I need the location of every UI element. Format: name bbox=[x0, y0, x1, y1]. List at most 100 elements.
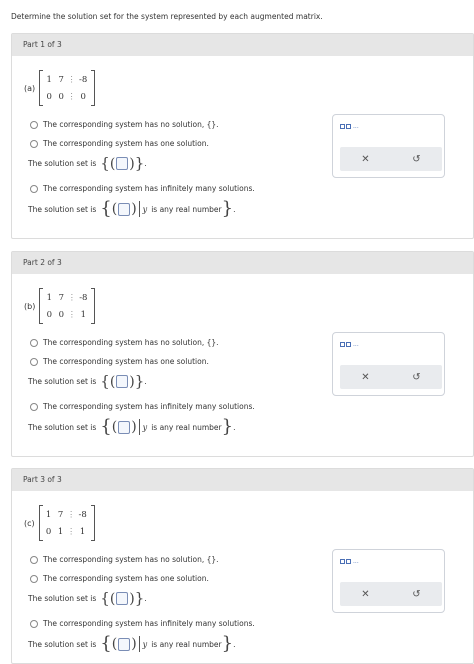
infinite-solution-set: The solution set is { ( ) y is any real … bbox=[28, 633, 236, 654]
right-paren: ) bbox=[131, 419, 137, 435]
answer-input[interactable] bbox=[116, 375, 129, 388]
matrix-cell: 1 bbox=[46, 292, 53, 303]
matrix-cell: 0 bbox=[58, 91, 64, 102]
radio-no-solution[interactable] bbox=[30, 120, 38, 129]
right-brace: } bbox=[221, 633, 234, 654]
such-that-bar bbox=[138, 419, 140, 435]
matrix-right-bracket bbox=[91, 288, 96, 324]
radio-infinite[interactable] bbox=[30, 184, 38, 193]
left-brace: { bbox=[100, 154, 110, 172]
undo-icon[interactable]: ↺ bbox=[391, 365, 442, 389]
tool-action-bar: ✕ ↺ bbox=[340, 365, 442, 389]
part-2-panel: Part 2 of 3 (b) 1 7 ⋮ -8 0 0 ⋮ 1 The cor… bbox=[11, 251, 474, 457]
part-1-matrix-row: (a) 1 7 ⋮ -8 0 0 ⋮ 0 bbox=[24, 70, 96, 106]
radio-one-solution[interactable] bbox=[30, 139, 38, 148]
answer-tool-palette: ... ✕ ↺ bbox=[332, 114, 445, 178]
option-one-solution[interactable]: The corresponding system has one solutio… bbox=[30, 139, 209, 148]
template-box-icon bbox=[346, 124, 351, 129]
answer-input[interactable] bbox=[118, 637, 131, 651]
radio-one-solution[interactable] bbox=[30, 357, 38, 366]
augment-divider: ⋮ bbox=[67, 75, 76, 84]
answer-tool-palette: ... ✕ ↺ bbox=[332, 549, 445, 613]
template-button[interactable]: ... bbox=[340, 559, 359, 565]
radio-infinite[interactable] bbox=[30, 619, 38, 628]
such-that-bar bbox=[138, 201, 140, 217]
right-brace: } bbox=[134, 154, 145, 172]
template-button[interactable]: ... bbox=[340, 123, 359, 130]
radio-no-solution[interactable] bbox=[30, 555, 38, 564]
option-no-solution[interactable]: The corresponding system has no solution… bbox=[30, 555, 219, 564]
augment-divider: ⋮ bbox=[67, 293, 76, 302]
matrix-cell: 1 bbox=[57, 526, 64, 537]
option-one-solution-label: The corresponding system has one solutio… bbox=[43, 574, 209, 583]
clear-icon[interactable]: ✕ bbox=[340, 582, 391, 606]
left-brace: { bbox=[100, 198, 112, 219]
template-box-icon bbox=[346, 559, 351, 564]
option-one-solution[interactable]: The corresponding system has one solutio… bbox=[30, 574, 209, 583]
template-box-icon bbox=[340, 559, 345, 564]
matrix-right-bracket bbox=[91, 70, 96, 106]
more-dots-icon: ... bbox=[353, 341, 359, 348]
matrix-cell: 0 bbox=[80, 91, 86, 102]
augmented-matrix: 1 7 ⋮ -8 0 1 ⋮ 1 bbox=[38, 505, 95, 541]
matrix-cell: -8 bbox=[78, 509, 87, 520]
option-infinite[interactable]: The corresponding system has infinitely … bbox=[30, 402, 255, 411]
one-solution-set: The solution set is { ( ) } . bbox=[28, 154, 147, 172]
option-no-solution-label: The corresponding system has no solution… bbox=[43, 555, 219, 564]
matrix-cell: -8 bbox=[79, 74, 88, 85]
option-infinite[interactable]: The corresponding system has infinitely … bbox=[30, 184, 255, 193]
matrix-cell: 1 bbox=[79, 526, 86, 537]
matrix-cell: 0 bbox=[58, 309, 65, 320]
part-2-label: (b) bbox=[24, 301, 36, 311]
option-infinite[interactable]: The corresponding system has infinitely … bbox=[30, 619, 255, 628]
undo-icon[interactable]: ↺ bbox=[391, 582, 442, 606]
solution-set-label: The solution set is bbox=[28, 594, 97, 603]
answer-input[interactable] bbox=[118, 420, 131, 434]
radio-one-solution[interactable] bbox=[30, 574, 38, 583]
part-1-label: (a) bbox=[24, 83, 36, 93]
right-paren: ) bbox=[131, 636, 137, 652]
part-3-panel: Part 3 of 3 (c) 1 7 ⋮ -8 0 1 ⋮ 1 The cor… bbox=[11, 468, 474, 664]
option-infinite-label: The corresponding system has infinitely … bbox=[43, 619, 255, 628]
matrix-cell: 1 bbox=[45, 509, 52, 520]
solution-set-label: The solution set is bbox=[28, 377, 97, 386]
y-variable: y bbox=[142, 422, 148, 432]
left-brace: { bbox=[100, 633, 112, 654]
template-button[interactable]: ... bbox=[340, 341, 359, 348]
part-2-header: Part 2 of 3 bbox=[12, 252, 473, 274]
option-no-solution[interactable]: The corresponding system has no solution… bbox=[30, 338, 219, 347]
any-real-text: is any real number bbox=[151, 639, 222, 649]
clear-icon[interactable]: ✕ bbox=[340, 147, 391, 171]
answer-input[interactable] bbox=[118, 202, 131, 216]
any-real-text: is any real number bbox=[151, 204, 222, 214]
left-paren: ( bbox=[109, 590, 116, 607]
clear-icon[interactable]: ✕ bbox=[340, 365, 391, 389]
right-paren: ) bbox=[131, 201, 137, 217]
option-no-solution[interactable]: The corresponding system has no solution… bbox=[30, 120, 219, 129]
more-dots-icon: ... bbox=[353, 123, 359, 130]
radio-no-solution[interactable] bbox=[30, 338, 38, 347]
augment-divider: ⋮ bbox=[67, 310, 76, 319]
left-paren: ( bbox=[111, 419, 118, 435]
answer-input[interactable] bbox=[116, 157, 129, 170]
augmented-matrix: 1 7 ⋮ -8 0 0 ⋮ 0 bbox=[39, 70, 96, 106]
radio-infinite[interactable] bbox=[30, 402, 38, 411]
right-brace: } bbox=[221, 198, 234, 219]
infinite-solution-set: The solution set is { ( ) y is any real … bbox=[28, 416, 236, 437]
matrix-cell: 7 bbox=[58, 292, 65, 303]
undo-icon[interactable]: ↺ bbox=[391, 147, 442, 171]
right-brace: } bbox=[221, 416, 234, 437]
part-3-header: Part 3 of 3 bbox=[12, 469, 473, 491]
option-one-solution[interactable]: The corresponding system has one solutio… bbox=[30, 357, 209, 366]
solution-set-label: The solution set is bbox=[28, 639, 97, 649]
matrix-left-bracket bbox=[38, 505, 43, 541]
part-3-matrix-row: (c) 1 7 ⋮ -8 0 1 ⋮ 1 bbox=[24, 505, 95, 541]
option-infinite-label: The corresponding system has infinitely … bbox=[43, 402, 255, 411]
infinite-solution-set: The solution set is { ( ) y is any real … bbox=[28, 198, 236, 219]
right-brace: } bbox=[134, 589, 145, 607]
one-solution-set: The solution set is { ( ) } . bbox=[28, 589, 147, 607]
matrix-right-bracket bbox=[90, 505, 95, 541]
matrix-cell: 0 bbox=[46, 309, 53, 320]
answer-input[interactable] bbox=[116, 592, 129, 605]
option-no-solution-label: The corresponding system has no solution… bbox=[43, 338, 219, 347]
